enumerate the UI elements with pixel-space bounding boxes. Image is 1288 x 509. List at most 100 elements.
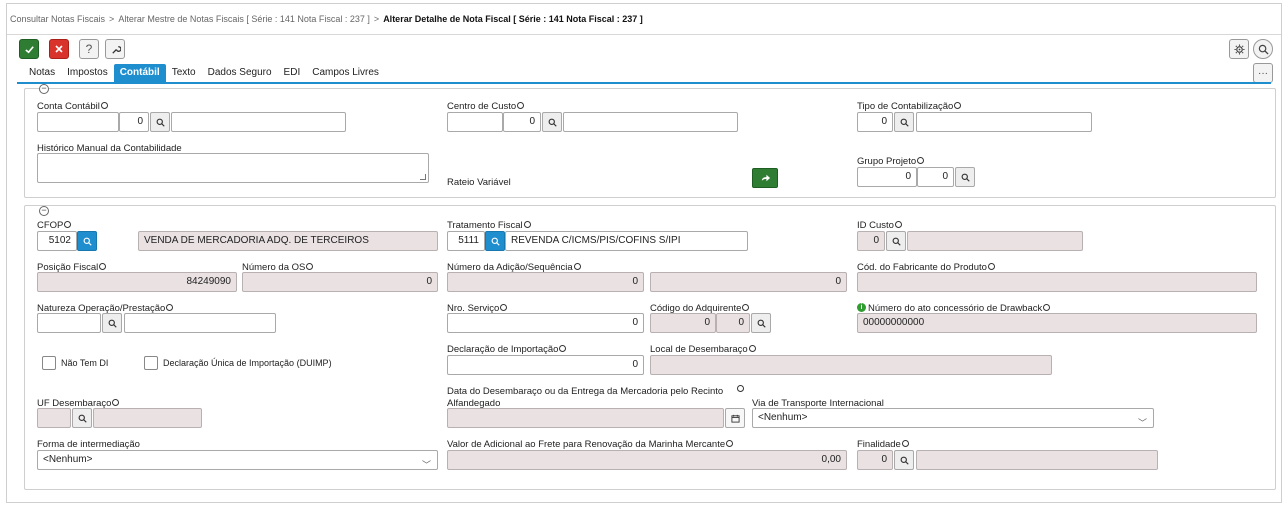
conta-contabil-search-button[interactable] bbox=[150, 112, 170, 132]
confirm-button[interactable] bbox=[19, 39, 39, 59]
codigo-adquirente-input-1: 0 bbox=[650, 313, 716, 333]
tipo-contabilizacao-description[interactable] bbox=[916, 112, 1092, 132]
natureza-operacao-search-button[interactable] bbox=[102, 313, 122, 333]
tab-contabil[interactable]: Contábil bbox=[113, 64, 166, 82]
chevron-down-icon: ﹀ bbox=[421, 460, 431, 470]
nao-tem-di-checkbox[interactable] bbox=[42, 356, 56, 370]
tools-button[interactable] bbox=[105, 39, 125, 59]
help-button[interactable]: ? bbox=[79, 39, 99, 59]
info-icon: i bbox=[857, 303, 866, 312]
tratamento-fiscal-search-button[interactable] bbox=[485, 231, 505, 251]
declaracao-importacao-input[interactable]: 0 bbox=[447, 355, 644, 375]
breadcrumb-link-mestre[interactable]: Alterar Mestre de Notas Fiscais [ Série … bbox=[118, 14, 370, 24]
search-button[interactable] bbox=[1253, 39, 1273, 59]
finalidade-search-button[interactable] bbox=[894, 450, 914, 470]
copy-icon bbox=[748, 345, 756, 352]
breadcrumb-current: Alterar Detalhe de Nota Fiscal [ Série :… bbox=[383, 14, 643, 24]
copy-icon bbox=[987, 263, 995, 270]
centro-custo-search-button[interactable] bbox=[542, 112, 562, 132]
copy-icon bbox=[954, 102, 962, 109]
tipo-contabilizacao-search-button[interactable] bbox=[894, 112, 914, 132]
duimp-checkbox[interactable] bbox=[144, 356, 158, 370]
close-icon bbox=[55, 45, 63, 53]
header-divider bbox=[7, 34, 1281, 35]
search-icon bbox=[548, 118, 557, 127]
breadcrumb-link-consultar[interactable]: Consultar Notas Fiscais bbox=[10, 14, 105, 24]
chevron-down-icon: ﹀ bbox=[1137, 418, 1147, 428]
tratamento-fiscal-description[interactable]: REVENDA C/ICMS/PIS/COFINS S/IPI bbox=[505, 231, 748, 251]
conta-contabil-description[interactable] bbox=[171, 112, 346, 132]
tab-campos-livres[interactable]: Campos Livres bbox=[306, 64, 385, 82]
centro-custo-code-input[interactable] bbox=[447, 112, 503, 132]
copy-icon bbox=[523, 221, 531, 228]
breadcrumb: Consultar Notas Fiscais > Alterar Mestre d… bbox=[10, 14, 643, 24]
settings-button[interactable] bbox=[1229, 39, 1249, 59]
tab-impostos[interactable]: Impostos bbox=[61, 64, 114, 82]
cfop-code-input[interactable]: 5102 bbox=[37, 231, 77, 251]
tab-notas[interactable]: Notas bbox=[23, 64, 61, 82]
natureza-operacao-code-input[interactable] bbox=[37, 313, 101, 333]
copy-icon bbox=[100, 102, 108, 109]
via-transporte-select[interactable]: <Nenhum> ﹀ bbox=[752, 408, 1154, 428]
tab-dados-seguro[interactable]: Dados Seguro bbox=[202, 64, 278, 82]
natureza-operacao-description[interactable] bbox=[124, 313, 276, 333]
uf-desembaraco-description bbox=[93, 408, 202, 428]
cfop-description: VENDA DE MERCADORIA ADQ. DE TERCEIROS bbox=[138, 231, 438, 251]
forward-arrow-icon bbox=[761, 174, 770, 182]
resize-handle-icon[interactable] bbox=[420, 174, 426, 180]
label-tipo-contabilizacao: Tipo de Contabilização bbox=[857, 101, 962, 112]
uf-desembaraco-search-button[interactable] bbox=[72, 408, 92, 428]
id-custo-search-button[interactable] bbox=[886, 231, 906, 251]
cancel-button[interactable] bbox=[49, 39, 69, 59]
finalidade-input: 0 bbox=[857, 450, 893, 470]
label-forma-intermediacao: Forma de intermediação bbox=[37, 439, 140, 450]
copy-icon bbox=[742, 304, 750, 311]
copy-icon bbox=[166, 304, 174, 311]
label-rateio: Rateio Variável bbox=[447, 177, 511, 188]
forma-intermediacao-value: <Nenhum> bbox=[43, 454, 93, 465]
id-custo-input: 0 bbox=[857, 231, 885, 251]
grupo-projeto-input-1[interactable]: 0 bbox=[857, 167, 917, 187]
collapse-icon[interactable]: − bbox=[39, 206, 49, 216]
calendar-icon bbox=[730, 414, 740, 423]
copy-icon bbox=[306, 263, 314, 270]
rateio-button[interactable] bbox=[752, 168, 778, 188]
search-icon bbox=[900, 118, 909, 127]
collapse-icon[interactable]: − bbox=[39, 84, 49, 94]
grupo-projeto-search-button[interactable] bbox=[955, 167, 975, 187]
copy-icon bbox=[726, 440, 734, 447]
more-options-button[interactable]: ··· bbox=[1253, 63, 1273, 83]
posicao-fiscal-input: 84249090 bbox=[37, 272, 237, 292]
calendar-button[interactable] bbox=[725, 408, 745, 428]
nro-servico-input[interactable]: 0 bbox=[447, 313, 644, 333]
label-declaracao-importacao: Declaração de Importação bbox=[447, 344, 567, 355]
forma-intermediacao-select[interactable]: <Nenhum> ﹀ bbox=[37, 450, 438, 470]
label-conta-contabil: Conta Contábil bbox=[37, 101, 108, 112]
valor-adicional-frete-input: 0,00 bbox=[447, 450, 847, 470]
tab-underline bbox=[17, 82, 1271, 84]
label-local-desembaraco: Local de Desembaraço bbox=[650, 344, 756, 355]
grupo-projeto-input-2[interactable]: 0 bbox=[917, 167, 954, 187]
copy-icon bbox=[99, 263, 107, 270]
tab-edi[interactable]: EDI bbox=[278, 64, 307, 82]
tab-texto[interactable]: Texto bbox=[166, 64, 202, 82]
centro-custo-value-input[interactable]: 0 bbox=[503, 112, 541, 132]
search-icon bbox=[961, 173, 970, 182]
historico-textarea[interactable] bbox=[37, 153, 429, 183]
cfop-search-button[interactable] bbox=[77, 231, 97, 251]
label-id-custo: ID Custo bbox=[857, 220, 902, 231]
tratamento-fiscal-code-input[interactable]: 5111 bbox=[447, 231, 485, 251]
cod-fabricante-input bbox=[857, 272, 1257, 292]
codigo-adquirente-search-button[interactable] bbox=[751, 313, 771, 333]
conta-contabil-value-input[interactable]: 0 bbox=[119, 112, 149, 132]
centro-custo-description[interactable] bbox=[563, 112, 738, 132]
copy-icon bbox=[1043, 304, 1051, 311]
ellipsis-icon: ··· bbox=[1258, 67, 1268, 79]
conta-contabil-code-input[interactable] bbox=[37, 112, 119, 132]
copy-icon bbox=[517, 102, 525, 109]
label-valor-adicional-frete: Valor de Adicional ao Frete para Renovaç… bbox=[447, 439, 734, 450]
tipo-contabilizacao-input[interactable]: 0 bbox=[857, 112, 893, 132]
help-icon: ? bbox=[85, 42, 93, 56]
copy-icon bbox=[894, 221, 902, 228]
label-grupo-projeto: Grupo Projeto bbox=[857, 156, 925, 167]
